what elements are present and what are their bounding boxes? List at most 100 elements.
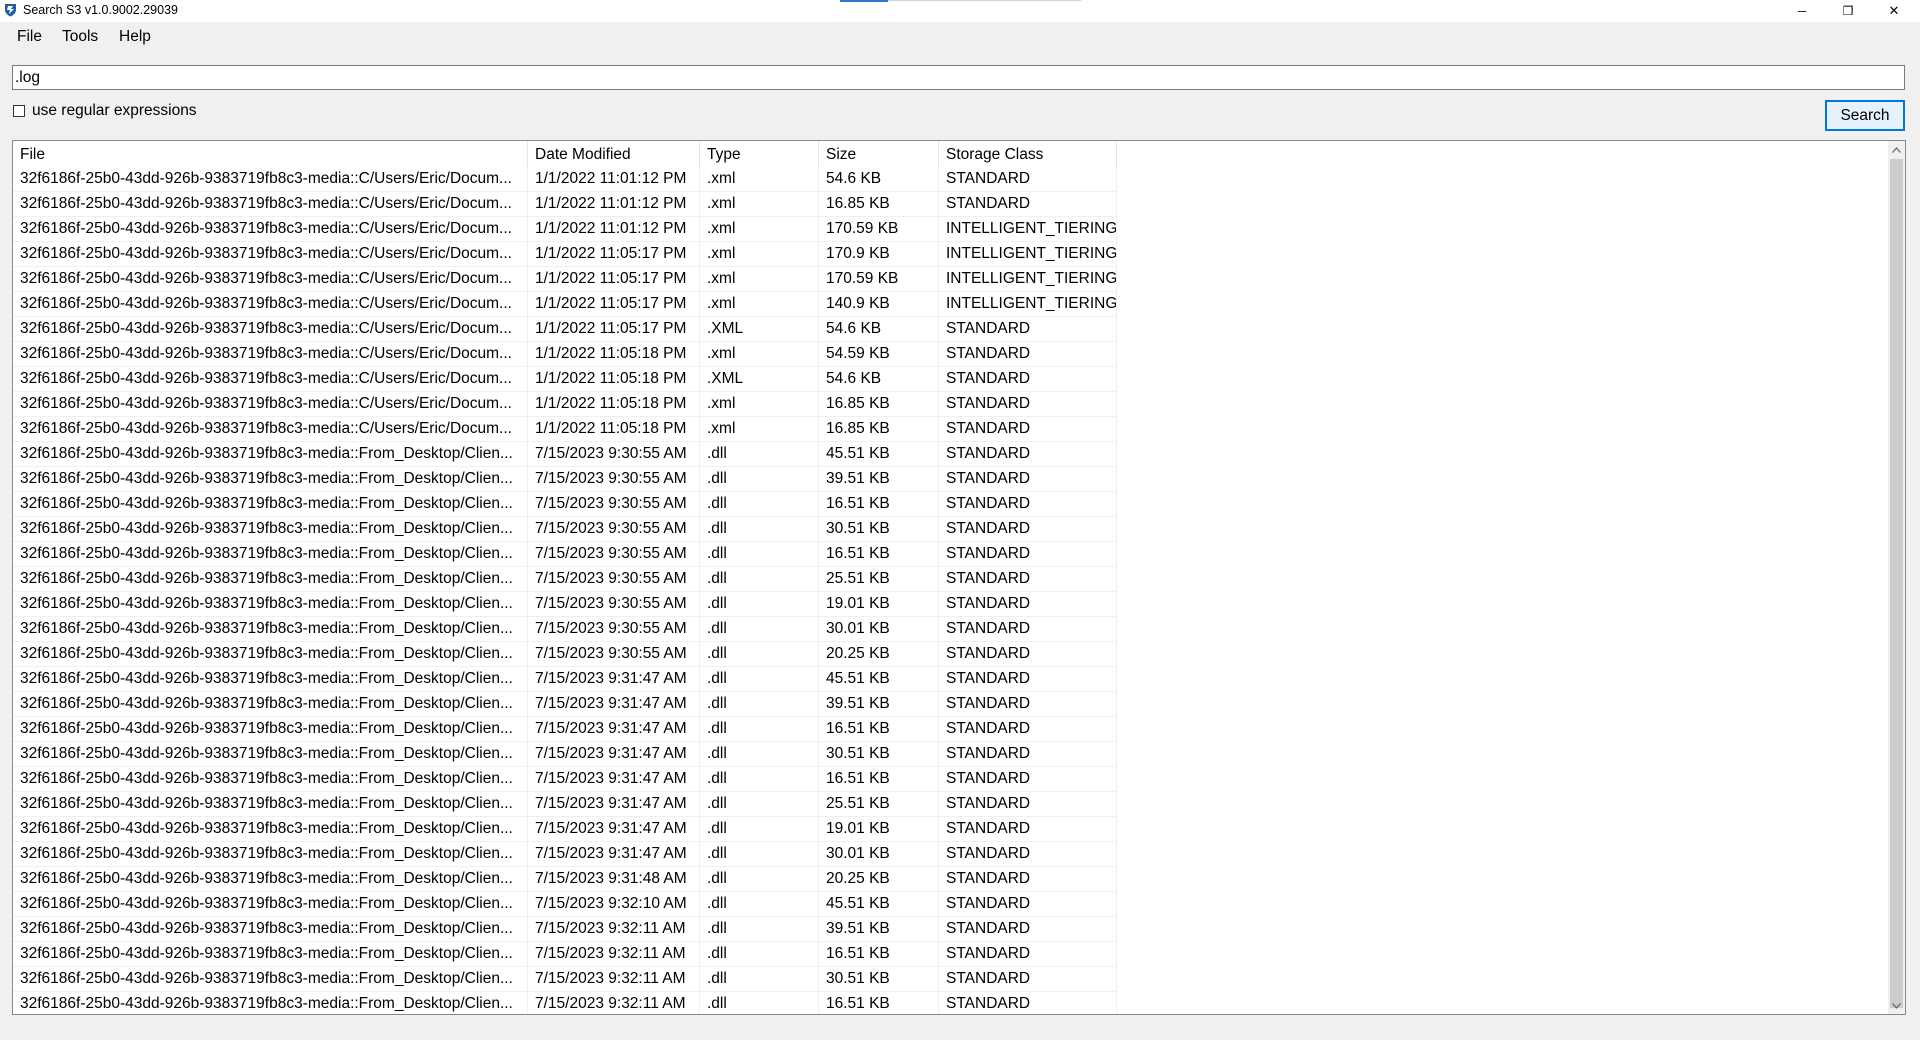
cell-type: .dll [700, 642, 819, 667]
cell-type: .dll [700, 442, 819, 467]
column-header-type[interactable]: Type [700, 141, 819, 167]
table-row[interactable]: 32f6186f-25b0-43dd-926b-9383719fb8c3-med… [13, 717, 1888, 742]
cell-size: 54.6 KB [819, 167, 939, 192]
restore-button[interactable]: ❐ [1825, 0, 1871, 22]
table-row[interactable]: 32f6186f-25b0-43dd-926b-9383719fb8c3-med… [13, 517, 1888, 542]
cell-file: 32f6186f-25b0-43dd-926b-9383719fb8c3-med… [13, 317, 528, 342]
table-row[interactable]: 32f6186f-25b0-43dd-926b-9383719fb8c3-med… [13, 467, 1888, 492]
cell-storage-class: STANDARD [939, 992, 1117, 1014]
cell-storage-class: INTELLIGENT_TIERING [939, 292, 1117, 317]
title-bar: Search S3 v1.0.9002.29039 ─ ❐ ✕ [0, 0, 1920, 22]
restore-icon: ❐ [1842, 4, 1854, 18]
table-row[interactable]: 32f6186f-25b0-43dd-926b-9383719fb8c3-med… [13, 842, 1888, 867]
table-row[interactable]: 32f6186f-25b0-43dd-926b-9383719fb8c3-med… [13, 292, 1888, 317]
scrollbar-thumb[interactable] [1890, 159, 1903, 1008]
table-row[interactable]: 32f6186f-25b0-43dd-926b-9383719fb8c3-med… [13, 342, 1888, 367]
minimize-button[interactable]: ─ [1779, 0, 1825, 22]
table-row[interactable]: 32f6186f-25b0-43dd-926b-9383719fb8c3-med… [13, 867, 1888, 892]
regex-checkbox[interactable] [13, 105, 25, 117]
cell-size: 16.51 KB [819, 492, 939, 517]
table-row[interactable]: 32f6186f-25b0-43dd-926b-9383719fb8c3-med… [13, 992, 1888, 1014]
cell-storage-class: STANDARD [939, 642, 1117, 667]
table-row[interactable]: 32f6186f-25b0-43dd-926b-9383719fb8c3-med… [13, 692, 1888, 717]
table-row[interactable]: 32f6186f-25b0-43dd-926b-9383719fb8c3-med… [13, 967, 1888, 992]
cell-size: 16.51 KB [819, 717, 939, 742]
search-button[interactable]: Search [1825, 100, 1905, 131]
table-row[interactable]: 32f6186f-25b0-43dd-926b-9383719fb8c3-med… [13, 892, 1888, 917]
table-row[interactable]: 32f6186f-25b0-43dd-926b-9383719fb8c3-med… [13, 792, 1888, 817]
table-row[interactable]: 32f6186f-25b0-43dd-926b-9383719fb8c3-med… [13, 767, 1888, 792]
cell-file: 32f6186f-25b0-43dd-926b-9383719fb8c3-med… [13, 442, 528, 467]
cell-size: 54.6 KB [819, 367, 939, 392]
cell-type: .dll [700, 717, 819, 742]
table-row[interactable]: 32f6186f-25b0-43dd-926b-9383719fb8c3-med… [13, 217, 1888, 242]
cell-file: 32f6186f-25b0-43dd-926b-9383719fb8c3-med… [13, 467, 528, 492]
cell-type: .dll [700, 567, 819, 592]
table-row[interactable]: 32f6186f-25b0-43dd-926b-9383719fb8c3-med… [13, 817, 1888, 842]
cell-size: 16.51 KB [819, 767, 939, 792]
table-row[interactable]: 32f6186f-25b0-43dd-926b-9383719fb8c3-med… [13, 917, 1888, 942]
column-header-storage-class[interactable]: Storage Class [939, 141, 1117, 167]
cell-date-modified: 7/15/2023 9:30:55 AM [528, 567, 700, 592]
cell-date-modified: 7/15/2023 9:31:47 AM [528, 692, 700, 717]
column-header-file[interactable]: File [13, 141, 528, 167]
column-header-size[interactable]: Size [819, 141, 939, 167]
scroll-down-icon[interactable] [1888, 997, 1905, 1014]
menu-file[interactable]: File [15, 28, 44, 46]
menu-tools[interactable]: Tools [60, 28, 100, 46]
cell-date-modified: 1/1/2022 11:05:17 PM [528, 242, 700, 267]
cell-file: 32f6186f-25b0-43dd-926b-9383719fb8c3-med… [13, 642, 528, 667]
table-row[interactable]: 32f6186f-25b0-43dd-926b-9383719fb8c3-med… [13, 617, 1888, 642]
cell-type: .dll [700, 817, 819, 842]
cell-date-modified: 1/1/2022 11:05:18 PM [528, 342, 700, 367]
table-row[interactable]: 32f6186f-25b0-43dd-926b-9383719fb8c3-med… [13, 542, 1888, 567]
table-row[interactable]: 32f6186f-25b0-43dd-926b-9383719fb8c3-med… [13, 592, 1888, 617]
table-row[interactable]: 32f6186f-25b0-43dd-926b-9383719fb8c3-med… [13, 317, 1888, 342]
close-button[interactable]: ✕ [1871, 0, 1917, 22]
cell-file: 32f6186f-25b0-43dd-926b-9383719fb8c3-med… [13, 267, 528, 292]
table-row[interactable]: 32f6186f-25b0-43dd-926b-9383719fb8c3-med… [13, 667, 1888, 692]
cell-size: 45.51 KB [819, 667, 939, 692]
cell-file: 32f6186f-25b0-43dd-926b-9383719fb8c3-med… [13, 617, 528, 642]
cell-date-modified: 7/15/2023 9:32:11 AM [528, 917, 700, 942]
cell-date-modified: 7/15/2023 9:30:55 AM [528, 542, 700, 567]
cell-type: .dll [700, 917, 819, 942]
cell-size: 39.51 KB [819, 467, 939, 492]
table-row[interactable]: 32f6186f-25b0-43dd-926b-9383719fb8c3-med… [13, 167, 1888, 192]
cell-size: 20.25 KB [819, 642, 939, 667]
table-row[interactable]: 32f6186f-25b0-43dd-926b-9383719fb8c3-med… [13, 392, 1888, 417]
cell-date-modified: 7/15/2023 9:31:47 AM [528, 792, 700, 817]
cell-type: .xml [700, 267, 819, 292]
cell-storage-class: STANDARD [939, 692, 1117, 717]
cell-storage-class: STANDARD [939, 517, 1117, 542]
cell-size: 30.01 KB [819, 842, 939, 867]
cell-date-modified: 1/1/2022 11:01:12 PM [528, 217, 700, 242]
table-row[interactable]: 32f6186f-25b0-43dd-926b-9383719fb8c3-med… [13, 567, 1888, 592]
cell-storage-class: STANDARD [939, 742, 1117, 767]
scroll-up-icon[interactable] [1888, 141, 1905, 158]
vertical-scrollbar[interactable] [1888, 141, 1905, 1014]
table-row[interactable]: 32f6186f-25b0-43dd-926b-9383719fb8c3-med… [13, 942, 1888, 967]
results-list[interactable]: File Date Modified Type Size Storage Cla… [12, 140, 1906, 1015]
cell-date-modified: 7/15/2023 9:30:55 AM [528, 642, 700, 667]
cell-date-modified: 7/15/2023 9:30:55 AM [528, 492, 700, 517]
table-row[interactable]: 32f6186f-25b0-43dd-926b-9383719fb8c3-med… [13, 417, 1888, 442]
table-row[interactable]: 32f6186f-25b0-43dd-926b-9383719fb8c3-med… [13, 192, 1888, 217]
table-row[interactable]: 32f6186f-25b0-43dd-926b-9383719fb8c3-med… [13, 492, 1888, 517]
cell-storage-class: INTELLIGENT_TIERING [939, 217, 1117, 242]
table-row[interactable]: 32f6186f-25b0-43dd-926b-9383719fb8c3-med… [13, 367, 1888, 392]
menu-help[interactable]: Help [117, 28, 153, 46]
cell-size: 16.85 KB [819, 192, 939, 217]
cell-file: 32f6186f-25b0-43dd-926b-9383719fb8c3-med… [13, 592, 528, 617]
column-header-date-modified[interactable]: Date Modified [528, 141, 700, 167]
table-row[interactable]: 32f6186f-25b0-43dd-926b-9383719fb8c3-med… [13, 642, 1888, 667]
search-input[interactable] [12, 65, 1905, 90]
table-row[interactable]: 32f6186f-25b0-43dd-926b-9383719fb8c3-med… [13, 442, 1888, 467]
cell-date-modified: 7/15/2023 9:31:47 AM [528, 817, 700, 842]
table-row[interactable]: 32f6186f-25b0-43dd-926b-9383719fb8c3-med… [13, 742, 1888, 767]
table-row[interactable]: 32f6186f-25b0-43dd-926b-9383719fb8c3-med… [13, 267, 1888, 292]
cell-type: .xml [700, 292, 819, 317]
table-row[interactable]: 32f6186f-25b0-43dd-926b-9383719fb8c3-med… [13, 242, 1888, 267]
app-shield-icon [5, 4, 16, 17]
taskbar-divider [888, 0, 1081, 1]
